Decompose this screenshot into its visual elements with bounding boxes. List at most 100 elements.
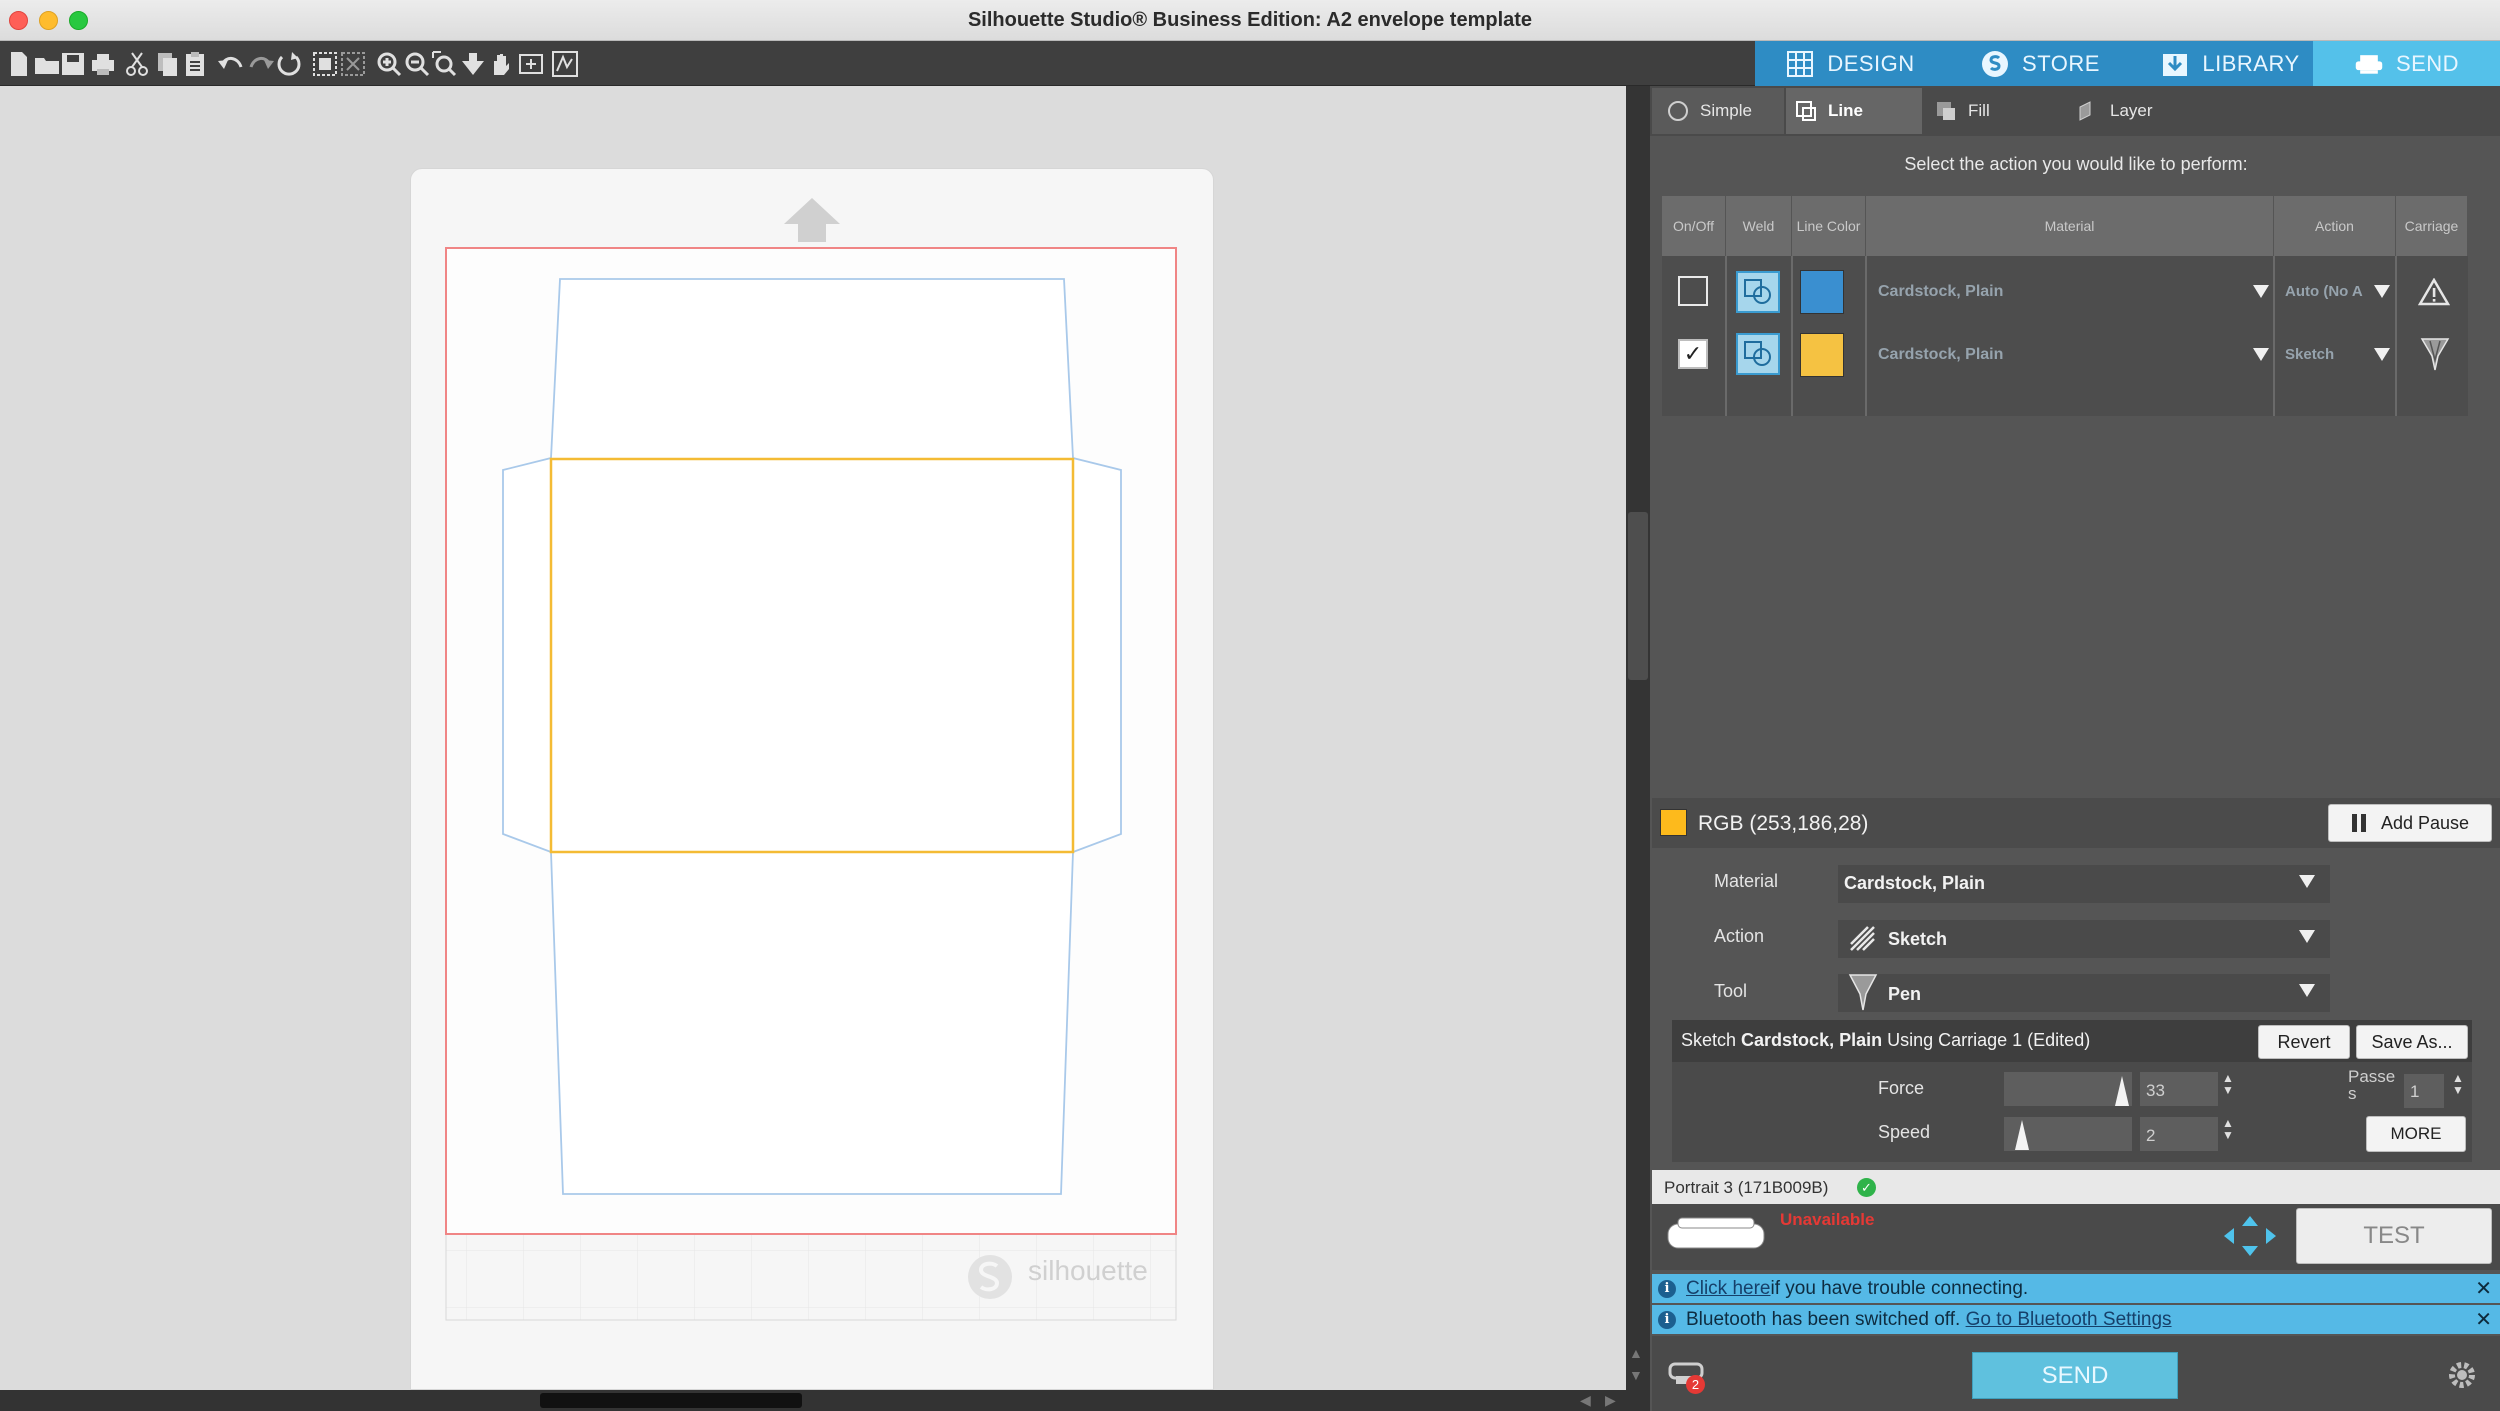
send-printer-icon (2355, 54, 2383, 74)
row2-on-checkbox[interactable]: ✓ (1678, 339, 1708, 369)
tab-design[interactable]: DESIGN (1760, 41, 1940, 86)
passes-input[interactable]: 1 (2404, 1074, 2444, 1108)
paste-icon (186, 52, 204, 76)
pen-tool-icon (2420, 338, 2450, 371)
passes-stepper-icon[interactable]: ▲ ▼ (2452, 1072, 2464, 1096)
header-carriage: Carriage (2396, 196, 2468, 256)
tab-layer[interactable]: Layer (2070, 88, 2210, 134)
tab-store[interactable]: STORE (1960, 41, 2120, 86)
horizontal-scroll-thumb[interactable] (540, 1393, 802, 1408)
header-weld: Weld (1726, 196, 1792, 256)
material-select-value: Cardstock, Plain (1844, 873, 1986, 893)
bluetooth-settings-link[interactable]: Go to Bluetooth Settings (1966, 1309, 2172, 1331)
vertical-scrollbar[interactable] (1626, 86, 1650, 1390)
material-label: Material (1714, 871, 1779, 891)
pixscan-button[interactable] (548, 47, 582, 81)
add-pause-button[interactable]: Add Pause (2328, 804, 2492, 842)
print-icon (92, 54, 114, 75)
save-as-button[interactable]: Save As... (2356, 1025, 2468, 1059)
tab-line[interactable]: Line (1786, 88, 1922, 134)
layer-mode-icon (2079, 101, 2091, 121)
tab-fill[interactable]: Fill (1928, 88, 2064, 134)
scroll-up-icon[interactable]: ▲ (1629, 1345, 1643, 1361)
action-label: Action (1714, 926, 1765, 946)
header-line-color: Line Color (1792, 196, 1866, 256)
move-arrows-icon[interactable] (2222, 1214, 2278, 1258)
silhouette-watermark: silhouette (1028, 1255, 1148, 1286)
send-button[interactable]: SEND (1972, 1352, 2178, 1399)
close-icon[interactable]: ✕ (2475, 1307, 2492, 1332)
row2-action-dropdown-icon[interactable] (2374, 348, 2390, 361)
save-icon (62, 53, 84, 75)
passes-label: Passe s (2348, 1067, 2396, 1103)
connected-check-icon: ✓ (1857, 1178, 1876, 1197)
more-button[interactable]: MORE (2366, 1116, 2466, 1152)
paste-button[interactable] (178, 47, 212, 81)
cut-icon (126, 52, 148, 76)
click-here-link[interactable]: Click here (1686, 1278, 1770, 1300)
tab-simple[interactable]: Simple (1652, 88, 1784, 134)
tab-library[interactable]: LIBRARY (2140, 41, 2320, 86)
speed-slider-thumb[interactable] (2015, 1120, 2030, 1150)
weld-icon (1744, 341, 1771, 366)
tool-dropdown-icon[interactable] (2299, 984, 2315, 997)
redraw-button[interactable] (272, 47, 306, 81)
revert-button[interactable]: Revert (2258, 1025, 2350, 1059)
row1-material-dropdown-icon[interactable] (2253, 285, 2269, 298)
material-dropdown-icon[interactable] (2299, 875, 2315, 888)
force-slider[interactable] (2004, 1072, 2132, 1106)
header-action: Action (2274, 196, 2396, 256)
pen-icon (1848, 974, 1878, 1011)
selected-color-swatch (1660, 809, 1687, 836)
vertical-scroll-thumb[interactable] (1628, 512, 1648, 680)
pause-icon (2351, 814, 2366, 832)
mat-drawing: silhouette (445, 198, 1177, 1321)
scroll-left-icon[interactable]: ◀ (1580, 1392, 1591, 1409)
warning-icon (2418, 278, 2450, 306)
undo-button[interactable] (214, 47, 248, 81)
header-material: Material (1866, 196, 2274, 256)
speed-stepper-icon[interactable]: ▲ ▼ (2222, 1117, 2234, 1141)
add-page-icon (519, 54, 543, 74)
window-title: Silhouette Studio® Business Edition: A2 … (967, 9, 1533, 31)
close-icon[interactable]: ✕ (2475, 1276, 2492, 1301)
tab-send[interactable]: SEND (2313, 41, 2500, 86)
tool-select-value: Pen (1888, 984, 1922, 1004)
speed-label: Speed (1878, 1122, 1931, 1142)
info-icon: i (1658, 1310, 1676, 1329)
print-button[interactable] (86, 47, 120, 81)
row2-material: Cardstock, Plain (1878, 346, 2004, 363)
force-stepper-icon[interactable]: ▲ ▼ (2222, 1072, 2234, 1096)
scroll-right-icon[interactable]: ▶ (1605, 1392, 1616, 1409)
add-page-button[interactable] (514, 47, 548, 81)
tool-label: Tool (1714, 981, 1748, 1001)
save-button[interactable] (56, 47, 90, 81)
horizontal-scrollbar[interactable] (0, 1390, 1650, 1411)
deselect-icon (341, 52, 365, 76)
row2-material-dropdown-icon[interactable] (2253, 348, 2269, 361)
row1-weld-button[interactable] (1736, 271, 1780, 313)
speed-input[interactable]: 2 (2140, 1117, 2218, 1151)
action-instruction: Select the action you would like to perf… (1904, 154, 2248, 174)
simple-mode-icon (1668, 101, 1688, 121)
force-input[interactable]: 33 (2140, 1072, 2218, 1106)
action-dropdown-icon[interactable] (2299, 930, 2315, 943)
line-table-body (1662, 256, 2468, 416)
action-select-value: Sketch (1888, 929, 1948, 949)
pan-button[interactable] (484, 47, 518, 81)
gear-icon[interactable] (2446, 1359, 2478, 1391)
row2-weld-button[interactable] (1736, 333, 1780, 375)
cut-button[interactable] (120, 47, 154, 81)
scroll-down-icon[interactable]: ▼ (1629, 1367, 1643, 1383)
info-icon: i (1658, 1279, 1676, 1298)
fill-mode-icon (1937, 102, 1955, 120)
force-label: Force (1878, 1078, 1925, 1098)
test-button[interactable]: TEST (2296, 1208, 2492, 1264)
row1-action-dropdown-icon[interactable] (2374, 285, 2390, 298)
deselect-button[interactable] (336, 47, 370, 81)
row1-material: Cardstock, Plain (1878, 283, 2004, 300)
grid-icon (1787, 50, 1814, 77)
library-icon (2163, 53, 2188, 76)
row1-on-checkbox[interactable] (1678, 276, 1708, 306)
force-slider-thumb[interactable] (2114, 1076, 2129, 1106)
